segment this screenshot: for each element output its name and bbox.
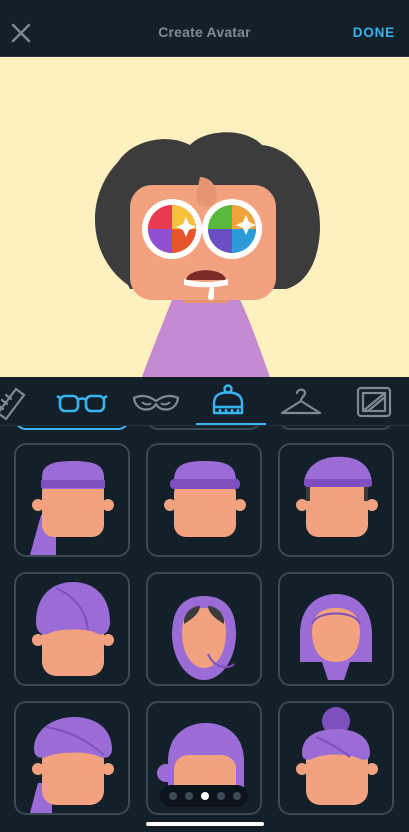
headwear-thumbnail bbox=[296, 707, 378, 805]
headwear-thumbnail bbox=[172, 596, 236, 680]
category-toolbar bbox=[0, 377, 409, 426]
hat-icon bbox=[212, 384, 244, 415]
headwear-thumbnail bbox=[32, 582, 114, 676]
tab-hats[interactable] bbox=[206, 383, 258, 423]
headwear-option-bun-wrap[interactable] bbox=[278, 701, 394, 815]
headwear-option-hijab[interactable] bbox=[146, 572, 262, 686]
page-dot[interactable] bbox=[169, 792, 177, 800]
glasses-icon bbox=[56, 394, 108, 413]
headwear-option-turban[interactable] bbox=[14, 572, 130, 686]
headwear-thumbnail bbox=[30, 717, 114, 813]
selected-tab-indicator bbox=[196, 423, 266, 425]
option-peek[interactable] bbox=[146, 426, 262, 430]
mustache-icon bbox=[132, 394, 180, 411]
tab-mustache[interactable] bbox=[130, 383, 182, 423]
tab-glasses[interactable] bbox=[56, 383, 108, 423]
hat-options-grid bbox=[0, 426, 409, 832]
background-frame-icon bbox=[356, 386, 392, 418]
headwear-option-wrapped-turban[interactable] bbox=[14, 701, 130, 815]
headwear-thumbnail bbox=[30, 461, 114, 555]
done-button[interactable]: DONE bbox=[353, 25, 395, 40]
avatar-illustration bbox=[95, 132, 321, 377]
page-dot[interactable] bbox=[185, 792, 193, 800]
page-dot[interactable] bbox=[217, 792, 225, 800]
page-dot-active[interactable] bbox=[201, 792, 209, 800]
home-indicator bbox=[146, 822, 264, 826]
tab-background[interactable] bbox=[354, 383, 406, 423]
page-title: Create Avatar bbox=[158, 24, 251, 40]
tab-hair[interactable] bbox=[0, 383, 46, 423]
headwear-thumbnail bbox=[296, 456, 378, 537]
headwear-option-long-cap[interactable] bbox=[14, 443, 130, 557]
headwear-option-beanie[interactable] bbox=[146, 443, 262, 557]
selected-option-peek[interactable] bbox=[14, 426, 130, 430]
comb-icon bbox=[0, 387, 26, 421]
headwear-thumbnail bbox=[164, 461, 246, 537]
option-peek[interactable] bbox=[278, 426, 394, 430]
avatar-preview bbox=[0, 57, 409, 377]
page-indicator bbox=[160, 785, 248, 807]
top-bar: Create Avatar DONE bbox=[0, 0, 409, 57]
page-dot[interactable] bbox=[233, 792, 241, 800]
headwear-option-khimar[interactable] bbox=[278, 572, 394, 686]
headwear-thumbnail bbox=[300, 594, 372, 680]
headwear-option-slouchy-beanie[interactable] bbox=[278, 443, 394, 557]
tab-clothes[interactable] bbox=[278, 383, 330, 423]
hanger-icon bbox=[280, 388, 322, 415]
